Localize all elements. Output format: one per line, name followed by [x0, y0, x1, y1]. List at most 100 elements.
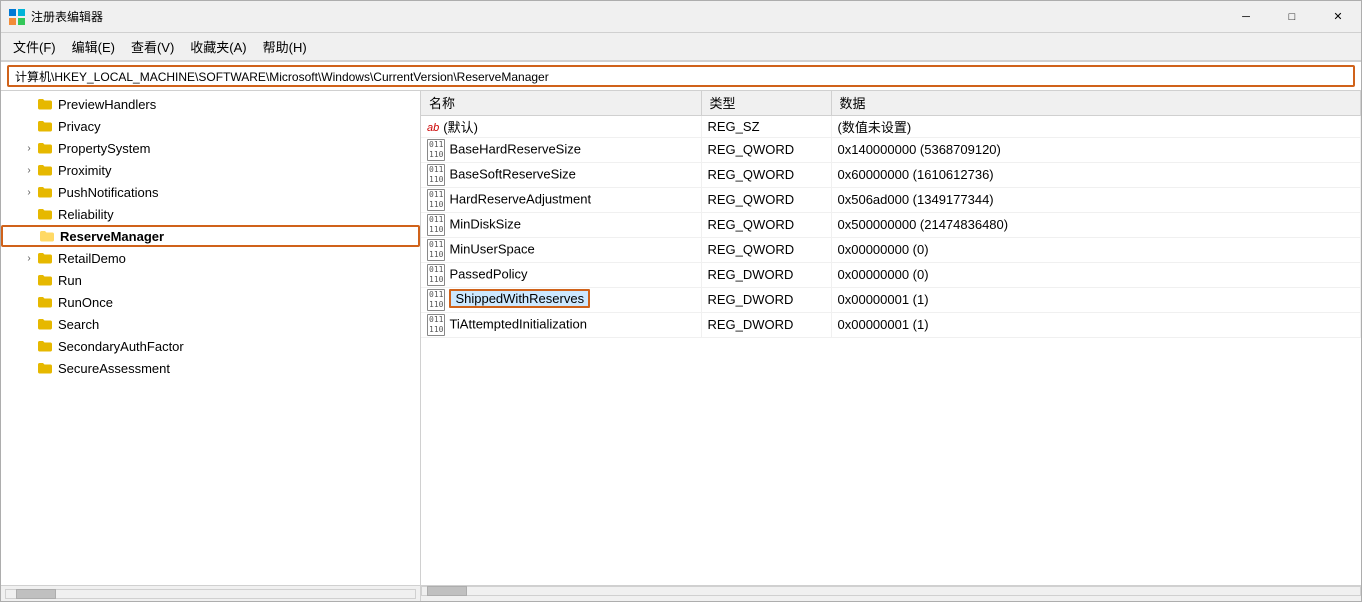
table-row[interactable]: 011110BaseSoftReserveSizeREG_QWORD0x6000… — [421, 162, 1361, 187]
table-row[interactable]: 011110PassedPolicyREG_DWORD0x00000000 (0… — [421, 262, 1361, 287]
ab-icon: ab — [427, 122, 439, 134]
reg-icon: 011110 — [427, 289, 445, 311]
value-name-cell: 011110 TiAttemptedInitialization — [421, 312, 701, 337]
value-name-cell: 011110 MinDiskSize — [421, 212, 701, 237]
value-panel[interactable]: 名称 类型 数据 ab(默认)REG_SZ(数值未设置)011110BaseHa… — [421, 91, 1361, 585]
tree-item[interactable]: Run — [1, 269, 420, 291]
value-type-cell: REG_QWORD — [701, 212, 831, 237]
address-bar — [1, 61, 1361, 91]
menu-edit[interactable]: 编辑(E) — [64, 35, 123, 58]
tree-scrollbar[interactable] — [1, 586, 421, 601]
value-type-cell: REG_QWORD — [701, 162, 831, 187]
tree-item[interactable]: PreviewHandlers — [1, 93, 420, 115]
tree-arrow-icon: › — [21, 187, 37, 198]
tree-item-label: PushNotifications — [58, 185, 158, 200]
reg-icon: 011110 — [427, 264, 445, 286]
table-row[interactable]: 011110BaseHardReserveSizeREG_QWORD0x1400… — [421, 137, 1361, 162]
value-name-cell: ab (默认) — [421, 115, 701, 137]
menu-favorites[interactable]: 收藏夹(A) — [182, 35, 254, 58]
tree-item[interactable]: ›Proximity — [1, 159, 420, 181]
main-content: PreviewHandlersPrivacy›PropertySystem›Pr… — [1, 91, 1361, 585]
value-name-cell: 011110BaseSoftReserveSize — [421, 162, 701, 187]
table-row[interactable]: 011110MinUserSpaceREG_QWORD0x00000000 (0… — [421, 237, 1361, 262]
value-data-cell: 0x00000000 (0) — [831, 237, 1361, 262]
tree-item-label: Search — [58, 317, 99, 332]
reg-icon: 011110 — [427, 189, 445, 211]
menu-help[interactable]: 帮助(H) — [255, 35, 315, 58]
close-button[interactable]: ✕ — [1315, 1, 1361, 33]
folder-icon — [37, 294, 53, 310]
tree-item-label: PreviewHandlers — [58, 97, 156, 112]
tree-item[interactable]: SecondaryAuthFactor — [1, 335, 420, 357]
tree-item-label: Reliability — [58, 207, 114, 222]
tree-arrow-icon: › — [21, 253, 37, 264]
tree-item[interactable]: Reliability — [1, 203, 420, 225]
value-name-cell: 011110 HardReserveAdjustment — [421, 187, 701, 212]
folder-icon — [37, 96, 53, 112]
tree-item[interactable]: ›RetailDemo — [1, 247, 420, 269]
menu-file[interactable]: 文件(F) — [5, 35, 64, 58]
tree-item[interactable]: RunOnce — [1, 291, 420, 313]
table-row[interactable]: ab(默认)REG_SZ(数值未设置) — [421, 115, 1361, 137]
menu-view[interactable]: 查看(V) — [123, 35, 182, 58]
title-controls: ─ □ ✕ — [1223, 1, 1361, 33]
tree-item-label: PropertySystem — [58, 141, 150, 156]
value-type-cell: REG_QWORD — [701, 237, 831, 262]
table-row[interactable]: 011110ShippedWithReservesREG_DWORD0x0000… — [421, 287, 1361, 312]
tree-item[interactable]: Search — [1, 313, 420, 335]
reg-icon: 011110 — [427, 314, 445, 336]
table-row[interactable]: 011110HardReserveAdjustmentREG_QWORD0x50… — [421, 187, 1361, 212]
value-data-cell: 0x00000000 (0) — [831, 262, 1361, 287]
table-row[interactable]: 011110MinDiskSizeREG_QWORD0x500000000 (2… — [421, 212, 1361, 237]
value-type-cell: REG_DWORD — [701, 287, 831, 312]
tree-item-label: SecureAssessment — [58, 361, 170, 376]
values-table: 名称 类型 数据 ab(默认)REG_SZ(数值未设置)011110BaseHa… — [421, 91, 1361, 338]
folder-icon — [37, 316, 53, 332]
value-name: HardReserveAdjustment — [449, 191, 591, 206]
reg-icon: 011110 — [427, 239, 445, 261]
address-input[interactable] — [7, 65, 1355, 87]
values-scrollbar[interactable] — [421, 586, 1361, 601]
tree-item[interactable]: Privacy — [1, 115, 420, 137]
maximize-button[interactable]: □ — [1269, 1, 1315, 33]
table-row[interactable]: 011110 TiAttemptedInitialization REG_DWORD… — [421, 312, 1361, 337]
reg-icon: 011110 — [427, 214, 445, 236]
folder-icon — [39, 228, 55, 244]
title-bar-left: 注册表编辑器 — [9, 8, 103, 25]
value-name: MinDiskSize — [449, 216, 521, 231]
tree-item[interactable]: › PushNotifications — [1, 181, 420, 203]
reg-icon: 011110 — [427, 164, 445, 186]
tree-item-label: Run — [58, 273, 82, 288]
value-name: TiAttemptedInitialization — [449, 316, 587, 331]
main-window: 注册表编辑器 ─ □ ✕ 文件(F) 编辑(E) 查看(V) 收藏夹(A) 帮助… — [0, 0, 1362, 602]
value-data-cell: 0x00000001 (1) — [831, 287, 1361, 312]
window-title: 注册表编辑器 — [31, 8, 103, 25]
reg-icon: 011110 — [427, 139, 445, 161]
value-type-cell: REG_SZ — [701, 115, 831, 137]
value-name: BaseHardReserveSize — [449, 141, 581, 156]
tree-item-label: Privacy — [58, 119, 101, 134]
value-name-cell: 011110 BaseHardReserveSize — [421, 137, 701, 162]
value-type-cell: REG_DWORD — [701, 312, 831, 337]
tree-panel[interactable]: PreviewHandlersPrivacy›PropertySystem›Pr… — [1, 91, 421, 585]
title-bar: 注册表编辑器 ─ □ ✕ — [1, 1, 1361, 33]
tree-item-label: RunOnce — [58, 295, 113, 310]
folder-icon — [37, 184, 53, 200]
folder-icon — [37, 140, 53, 156]
folder-icon — [37, 360, 53, 376]
value-data-cell: 0x00000001 (1) — [831, 312, 1361, 337]
tree-item[interactable]: SecureAssessment — [1, 357, 420, 379]
col-header-type: 类型 — [701, 91, 831, 115]
tree-item-label: ReserveManager — [60, 229, 164, 244]
tree-item-label: Proximity — [58, 163, 111, 178]
tree-item[interactable]: ReserveManager — [1, 225, 420, 247]
value-name-cell: 011110ShippedWithReserves — [421, 287, 701, 312]
value-name: (默认) — [443, 120, 478, 135]
minimize-button[interactable]: ─ — [1223, 1, 1269, 33]
tree-item-label: SecondaryAuthFactor — [58, 339, 184, 354]
app-icon — [9, 9, 25, 25]
value-name: PassedPolicy — [449, 266, 527, 281]
tree-item[interactable]: ›PropertySystem — [1, 137, 420, 159]
bottom-scrollbar — [1, 585, 1361, 601]
folder-icon — [37, 162, 53, 178]
